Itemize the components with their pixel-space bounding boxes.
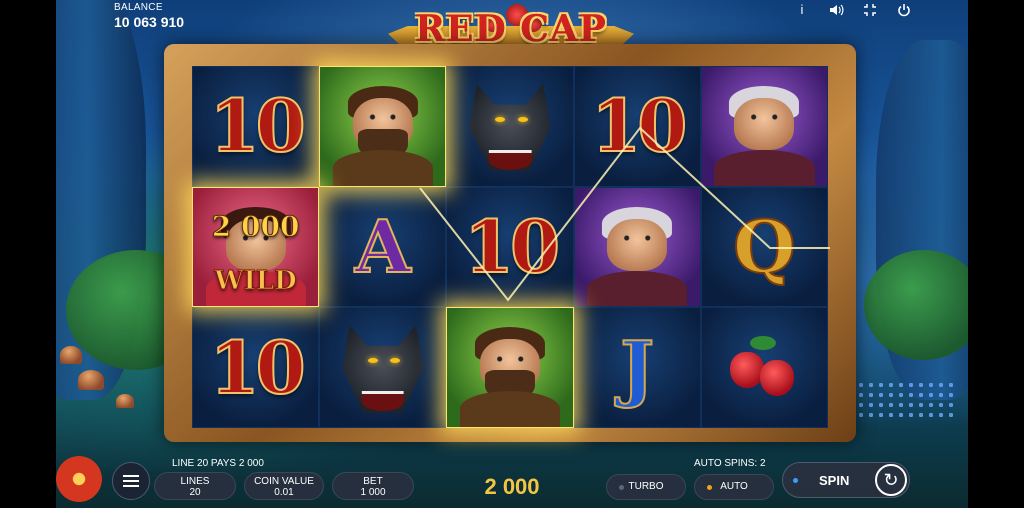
symbol-queen: Q	[700, 186, 828, 308]
bet-label: BET	[363, 476, 383, 487]
coin-value-value: 0.01	[274, 487, 294, 498]
turbo-toggle[interactable]: TURBO	[606, 474, 686, 500]
turbo-label: TURBO	[628, 481, 664, 492]
info-icon[interactable]: i	[794, 2, 810, 18]
symbol-hunter	[446, 307, 574, 428]
symbol-wolf	[319, 307, 447, 428]
sound-icon[interactable]	[828, 2, 844, 18]
power-icon[interactable]	[896, 2, 912, 18]
symbol-ten: 10	[446, 186, 574, 308]
symbol-ten: 10	[192, 307, 320, 428]
spin-label: SPIN	[819, 473, 850, 488]
bet-value: 1 000	[360, 487, 386, 498]
balance-value: 10 063 910	[114, 14, 185, 30]
top-toolbar: i	[794, 2, 912, 18]
symbol-ace: A	[319, 186, 447, 308]
spin-icon: ↻	[875, 464, 907, 496]
wild-win-amount: 2 000	[211, 209, 300, 243]
win-amount: 2 000	[484, 474, 540, 499]
bet-control[interactable]: BET 1 000	[332, 472, 414, 500]
auto-toggle[interactable]: AUTO	[694, 474, 774, 500]
auto-spins-text: AUTO SPINS: 2	[694, 458, 766, 469]
balance-display: BALANCE 10 063 910	[114, 2, 184, 30]
line-win-text: LINE 20 PAYS 2 000	[172, 458, 264, 469]
wild-label: WILD	[214, 266, 297, 297]
symbol-grandma	[573, 186, 701, 308]
symbol-wolf	[446, 66, 574, 187]
auto-label: AUTO	[720, 481, 748, 492]
symbol-ten: 10	[192, 66, 320, 187]
coin-value-label: COIN VALUE	[254, 476, 314, 487]
fullscreen-icon[interactable]	[862, 2, 878, 18]
symbol-jack: J	[573, 307, 701, 428]
spin-button[interactable]: SPIN ↻	[782, 462, 910, 498]
lines-value: 20	[189, 487, 201, 498]
symbol-hunter	[319, 66, 447, 187]
symbol-grandma	[700, 66, 828, 187]
balance-label: BALANCE	[114, 2, 163, 13]
coin-value-control[interactable]: COIN VALUE 0.01	[244, 472, 324, 500]
symbol-strawberry	[700, 307, 828, 428]
reels-grid: 10 10 2 000 WILD A 10 Q 10 J	[192, 66, 828, 428]
symbol-ten: 10	[573, 66, 701, 187]
symbol-wild: 2 000 WILD	[192, 186, 320, 308]
menu-button[interactable]	[112, 462, 150, 500]
lines-label: LINES	[180, 476, 210, 487]
lines-control[interactable]: LINES 20	[154, 472, 236, 500]
